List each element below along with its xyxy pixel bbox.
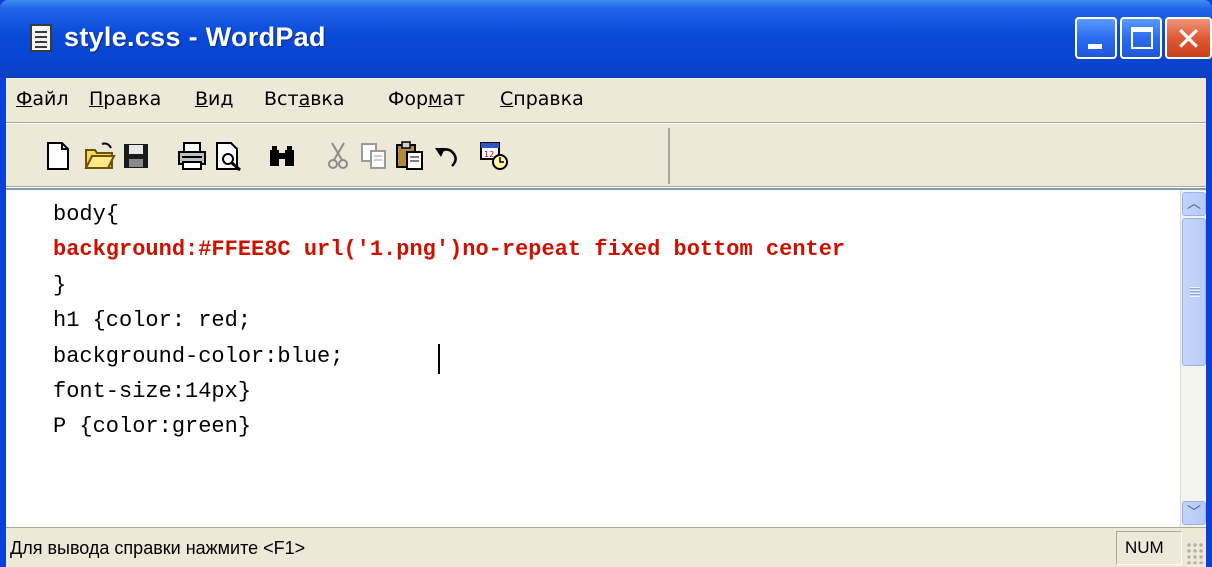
num-lock-indicator: NUM (1125, 538, 1164, 557)
menu-edit[interactable]: Правка (89, 88, 161, 110)
wordpad-window: style.css - WordPad ✕ Файл Правка Вид Вс… (0, 0, 1212, 567)
print-icon[interactable] (176, 140, 208, 172)
code-line: body{ (53, 202, 120, 227)
open-folder-icon[interactable] (84, 140, 116, 172)
minimize-icon (1088, 44, 1102, 49)
paste-icon[interactable] (394, 140, 426, 172)
menu-format[interactable]: Формат (388, 88, 465, 110)
menu-view[interactable]: Вид (195, 88, 234, 110)
new-document-icon[interactable] (42, 140, 74, 172)
scroll-thumb[interactable] (1182, 218, 1206, 366)
copy-icon[interactable] (358, 140, 390, 172)
resize-grip-icon[interactable] (1186, 542, 1204, 564)
chevron-up-icon: ︿ (1187, 196, 1201, 212)
wordpad-document-icon[interactable] (30, 24, 52, 52)
code-line: h1 {color: red; (53, 308, 252, 333)
grip-icon (1190, 287, 1200, 297)
close-icon: ✕ (1175, 20, 1202, 58)
text-caret (438, 344, 440, 374)
code-line: P {color:green} (53, 414, 252, 439)
cut-scissors-icon[interactable] (322, 140, 354, 172)
client-area: Файл Правка Вид Вставка Формат Справка 1… (6, 78, 1206, 567)
menu-separator (6, 122, 1206, 124)
status-help-text: Для вывода справки нажмите <F1> (10, 538, 306, 558)
save-disk-icon[interactable] (120, 140, 152, 172)
code-line-highlighted: background:#FFEE8C url('1.png')no-repeat… (53, 237, 846, 262)
window-title: style.css - WordPad (64, 22, 326, 52)
scroll-up-button[interactable]: ︿ (1182, 192, 1206, 216)
svg-text:12: 12 (484, 150, 494, 159)
vertical-scrollbar[interactable]: ︿ ﹀ (1180, 190, 1206, 527)
menu-file[interactable]: Файл (16, 88, 69, 110)
toolbar: 12 (8, 128, 670, 184)
code-line: background-color:blue; (53, 344, 344, 369)
chevron-down-icon: ﹀ (1187, 505, 1201, 521)
close-button[interactable]: ✕ (1165, 17, 1212, 59)
maximize-button[interactable] (1120, 17, 1162, 59)
undo-icon[interactable] (430, 140, 462, 172)
document-editor[interactable]: body{ background:#FFEE8C url('1.png')no-… (6, 188, 1206, 527)
title-bar[interactable]: style.css - WordPad ✕ (0, 0, 1212, 78)
insert-date-time-icon[interactable]: 12 (478, 140, 510, 172)
maximize-icon (1131, 27, 1153, 49)
menu-help[interactable]: Справка (500, 88, 584, 110)
scroll-down-button[interactable]: ﹀ (1182, 501, 1206, 525)
num-lock-pane: NUM (1116, 531, 1182, 565)
menu-bar: Файл Правка Вид Вставка Формат Справка (6, 78, 1206, 122)
menu-insert[interactable]: Вставка (264, 88, 345, 110)
status-bar: Для вывода справки нажмите <F1> NUM (6, 527, 1206, 567)
print-preview-icon[interactable] (212, 140, 244, 172)
minimize-button[interactable] (1075, 17, 1117, 59)
code-line: font-size:14px} (53, 379, 252, 404)
find-binoculars-icon[interactable] (266, 140, 298, 172)
code-line: } (53, 273, 67, 298)
